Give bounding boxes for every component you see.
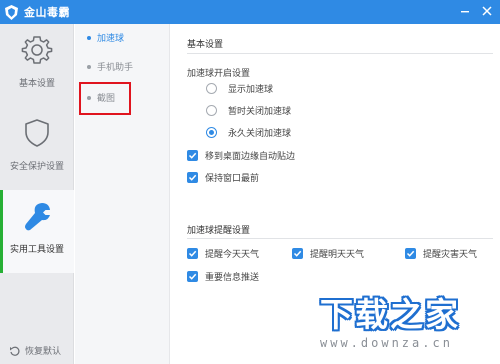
section-divider: [187, 238, 493, 239]
radio-circle: [206, 127, 217, 138]
checkmark-icon: [188, 273, 197, 280]
shield-icon: [25, 119, 49, 147]
checkbox-label: 提醒今天天气: [205, 250, 260, 260]
sidebar-item-label: 实用工具设置: [9, 245, 64, 255]
accelerator-open-setting-label: 加速球开启设置: [187, 69, 251, 79]
title-bar: 金山毒霸: [0, 0, 500, 24]
checkbox-box: [292, 248, 303, 259]
radio-label: 显示加速球: [228, 85, 274, 95]
app-title: 金山毒霸: [24, 6, 70, 19]
section-title-remind: 加速球提醒设置: [187, 226, 251, 236]
sidebar: 基本设置 安全保护设置 实用工具设置 恢复默认: [0, 24, 74, 364]
bullet-icon: [87, 64, 91, 69]
checkbox-box: [187, 248, 198, 259]
checkmark-icon: [188, 152, 197, 159]
checkmark-icon: [188, 250, 197, 257]
sidebar-item-security-settings[interactable]: 安全保护设置: [0, 107, 74, 190]
sub-navigation: 加速球 手机助手 截图: [75, 24, 170, 364]
checkmark-icon: [188, 174, 197, 181]
checkbox-box: [405, 248, 416, 259]
checkbox-label: 移到桌面边缘自动贴边: [205, 152, 296, 162]
checkbox-label: 提醒灾害天气: [423, 250, 478, 260]
minimize-icon[interactable]: [458, 4, 472, 18]
app-logo-icon: [5, 4, 18, 20]
checkmark-icon: [293, 250, 302, 257]
checkbox-remind-disaster-weather[interactable]: 提醒灾害天气: [405, 247, 477, 260]
app-brand: 金山毒霸: [3, 3, 70, 21]
radio-circle: [206, 83, 217, 94]
watermark-title: 下载之家: [320, 295, 460, 334]
checkbox-remind-tomorrow-weather[interactable]: 提醒明天天气: [292, 247, 364, 260]
watermark: 下载之家 www.downza.cn: [312, 282, 500, 364]
gear-icon: [21, 36, 53, 64]
radio-circle: [206, 105, 217, 116]
checkbox-box: [187, 150, 198, 161]
radio-label: 暂时关闭加速球: [228, 107, 292, 117]
restore-icon: [10, 346, 20, 356]
checkbox-keep-on-top[interactable]: 保持窗口最前: [187, 171, 259, 184]
bullet-icon: [87, 35, 91, 40]
close-icon[interactable]: [480, 4, 494, 18]
radio-permanently-close-accelerator[interactable]: 永久关闭加速球: [206, 126, 291, 139]
checkbox-label: 保持窗口最前: [205, 174, 260, 184]
subnav-item-accelerator-ball[interactable]: 加速球: [87, 31, 124, 44]
checkmark-icon: [406, 250, 415, 257]
sidebar-item-basic-settings[interactable]: 基本设置: [0, 24, 74, 107]
highlight-annotation-box: [79, 82, 131, 115]
wrench-icon: [25, 203, 50, 231]
sidebar-item-label: 安全保护设置: [9, 162, 64, 172]
sidebar-item-tools-settings[interactable]: 实用工具设置: [0, 190, 74, 273]
radio-label: 永久关闭加速球: [228, 129, 292, 139]
section-divider: [187, 53, 493, 54]
restore-defaults-button[interactable]: 恢复默认: [9, 344, 61, 357]
checkbox-important-push[interactable]: 重要信息推送: [187, 270, 259, 283]
restore-defaults-label: 恢复默认: [25, 347, 62, 357]
checkbox-box: [187, 172, 198, 183]
watermark-url: www.downza.cn: [320, 336, 453, 350]
radio-temporarily-close-accelerator[interactable]: 暂时关闭加速球: [206, 104, 291, 117]
subnav-item-phone-assistant[interactable]: 手机助手: [87, 60, 133, 73]
checkbox-label: 重要信息推送: [205, 273, 260, 283]
radio-show-accelerator[interactable]: 显示加速球: [206, 82, 273, 95]
checkbox-label: 提醒明天天气: [310, 250, 365, 260]
section-title-basic: 基本设置: [187, 40, 224, 50]
checkbox-box: [187, 271, 198, 282]
subnav-item-label: 手机助手: [97, 63, 134, 73]
checkbox-auto-snap-edge[interactable]: 移到桌面边缘自动贴边: [187, 149, 295, 162]
subnav-item-label: 加速球: [97, 34, 125, 44]
sidebar-item-label: 基本设置: [18, 79, 55, 89]
checkbox-remind-today-weather[interactable]: 提醒今天天气: [187, 247, 259, 260]
